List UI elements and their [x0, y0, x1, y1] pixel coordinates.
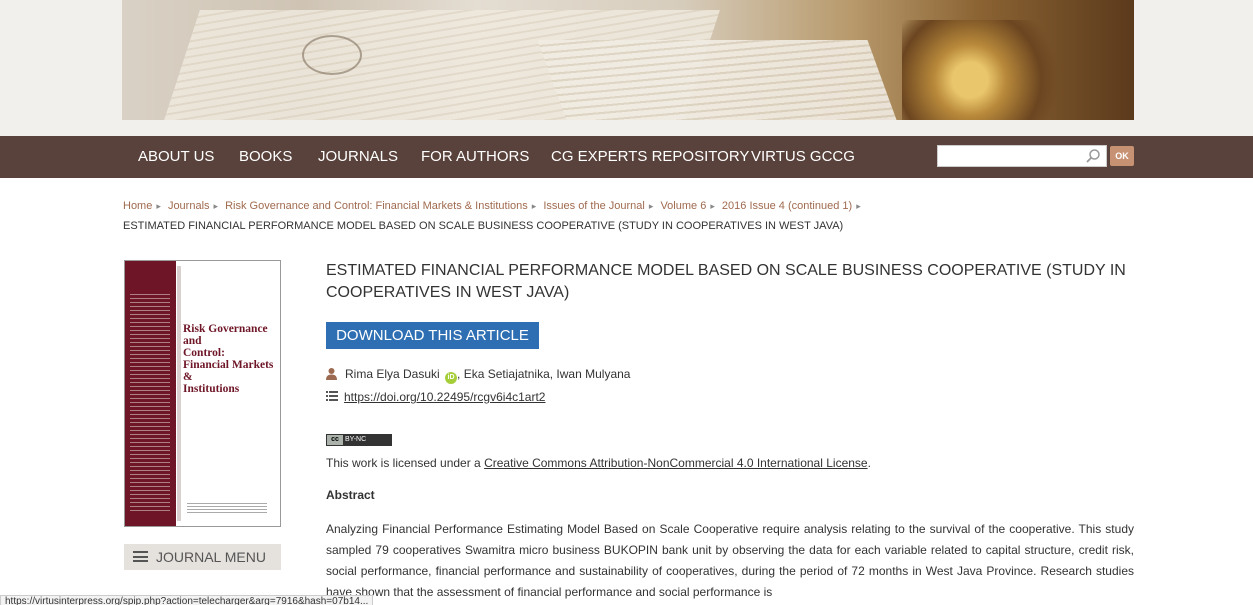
doi-link[interactable]: https://doi.org/10.22495/rcgv6i4c1art2 [344, 390, 545, 404]
search-ok-button[interactable]: OK [1110, 146, 1134, 166]
download-article-button[interactable]: DOWNLOAD THIS ARTICLE [326, 322, 539, 349]
journal-cover[interactable]: Risk Governance and Control: Financial M… [124, 260, 281, 527]
chevron-right-icon: ▸ [213, 201, 219, 211]
journal-menu-button[interactable]: JOURNAL MENU [124, 544, 281, 570]
abstract-heading: Abstract [326, 488, 375, 502]
nav-cg-experts-repository[interactable]: CG EXPERTS REPOSITORY [551, 148, 749, 165]
breadcrumb-home[interactable]: Home [123, 200, 152, 212]
chevron-right-icon: ▸ [648, 201, 654, 211]
cover-spine [125, 261, 176, 526]
search-icon[interactable] [1085, 148, 1101, 164]
authors-line: Rima Elya Dasuki iD, Eka Setiajatnika, I… [326, 367, 630, 384]
search-input[interactable] [937, 145, 1107, 167]
breadcrumb-issue[interactable]: 2016 Issue 4 (continued 1) [722, 200, 852, 212]
chevron-right-icon: ▸ [710, 201, 715, 211]
breadcrumb: Home ▸ Journals ▸ Risk Governance and Cont… [123, 200, 865, 212]
author-names: , Eka Setiajatnika, Iwan Mulyana [457, 367, 631, 381]
nav-virtus-gccg[interactable]: VIRTUS GCCG [751, 148, 855, 165]
breadcrumb-journal[interactable]: Risk Governance and Control: Financial M… [225, 200, 528, 212]
breadcrumb-volume[interactable]: Volume 6 [660, 200, 706, 212]
header-banner [0, 0, 1253, 136]
nav-about-us[interactable]: ABOUT US [138, 148, 214, 165]
cc-by-nc-badge[interactable]: cc BY-NC [326, 434, 392, 446]
article-title: ESTIMATED FINANCIAL PERFORMANCE MODEL BA… [326, 262, 1126, 301]
nav-books[interactable]: BOOKS [239, 148, 292, 165]
creative-commons-icon: cc [327, 435, 343, 445]
journal-menu-label: JOURNAL MENU [156, 549, 266, 565]
license-text: This work is licensed under a Creative C… [326, 456, 871, 470]
banner-image [122, 0, 1134, 120]
orcid-icon[interactable]: iD [445, 372, 458, 384]
breadcrumb-issues[interactable]: Issues of the Journal [543, 200, 645, 212]
chevron-right-icon: ▸ [856, 201, 861, 211]
person-icon [326, 368, 337, 380]
chevron-right-icon: ▸ [531, 201, 537, 211]
hamburger-icon [133, 551, 148, 562]
abstract-text: Analyzing Financial Performance Estimati… [326, 522, 1134, 599]
doi-line: https://doi.org/10.22495/rcgv6i4c1art2 [326, 390, 545, 404]
breadcrumb-current: ESTIMATED FINANCIAL PERFORMANCE MODEL BA… [123, 220, 844, 232]
chevron-right-icon: ▸ [156, 201, 161, 211]
author-name: Rima Elya Dasuki [345, 367, 440, 381]
nav-journals[interactable]: JOURNALS [318, 148, 398, 165]
nav-for-authors[interactable]: FOR AUTHORS [421, 148, 529, 165]
cc-terms: BY-NC [345, 436, 367, 443]
license-link[interactable]: Creative Commons Attribution-NonCommerci… [484, 456, 868, 470]
breadcrumb-journals[interactable]: Journals [168, 200, 210, 212]
list-icon [326, 391, 338, 401]
browser-status-url: https://virtusinterpress.org/spip.php?ac… [0, 595, 374, 605]
cover-title: Risk Governance and Control: Financial M… [183, 323, 274, 395]
